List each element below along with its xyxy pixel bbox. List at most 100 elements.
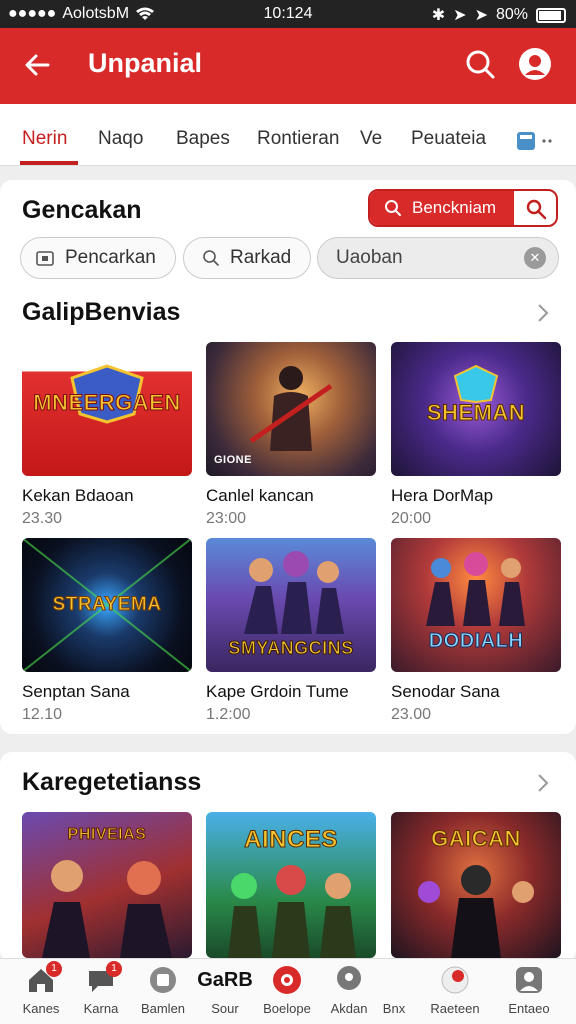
search-pill[interactable]: Benckniam (368, 189, 558, 227)
filter-chip-pencarkan[interactable]: Pencarkan (20, 237, 176, 279)
nav-item-sour[interactable]: GaRB Sour (192, 965, 258, 1016)
game-logo-text: DODIALH (428, 630, 524, 653)
tab-peuateia[interactable]: Peuateia (411, 128, 486, 150)
home-icon: 1 (26, 961, 62, 995)
nav-label: Karna (83, 1001, 119, 1016)
status-right: ✱ ➤ ➤ 80% (432, 5, 566, 25)
game-item[interactable]: PHIVEIAS (22, 812, 192, 958)
game-thumbnail: STRAYEMA (22, 538, 192, 672)
notification-badge: 1 (46, 961, 62, 977)
nav-item-bnx[interactable]: Bnx (372, 965, 416, 1016)
game-price: 23.30 (22, 510, 63, 527)
heroes-group-icon (426, 552, 525, 626)
game-name: Hera DorMap (391, 486, 494, 505)
game-logo-text: GIONE (214, 454, 252, 466)
game-item[interactable]: MNEERGAEN Kekan Bdaoan 23.30 (22, 342, 192, 528)
game-thumbnail: MNEERGAEN (22, 342, 192, 476)
game-logo-text: PHIVEIAS (67, 826, 147, 844)
back-arrow-icon[interactable] (22, 50, 52, 80)
search-field[interactable]: Uaoban ✕ (317, 237, 559, 279)
active-tab-indicator (20, 161, 78, 165)
blank-icon (379, 965, 409, 995)
chip-label: Pencarkan (65, 247, 156, 268)
nav-label: Bamlen (140, 1001, 186, 1016)
game-item[interactable]: SHEMAN Hera DorMap 20:00 (391, 342, 561, 528)
location-icon (334, 965, 364, 995)
nav-item-bamlen[interactable]: Bamlen (130, 965, 196, 1016)
profile-icon[interactable] (518, 47, 552, 81)
search-button[interactable]: Benckniam (370, 191, 514, 225)
game-item[interactable]: DODIALH Senodar Sana 23.00 (391, 538, 561, 724)
heroes-group-icon (418, 865, 534, 958)
game-name: Kekan Bdaoan (22, 486, 134, 505)
heroes-group-icon (244, 551, 344, 634)
chip-label: Rarkad (230, 247, 292, 268)
bluetooth-icon: ✱ (431, 7, 446, 24)
game-item[interactable]: AINCES (206, 812, 376, 958)
game-name: Senptan Sana (22, 682, 130, 701)
game-thumbnail: AINCES (206, 812, 376, 958)
text-logo-icon: GaRB (197, 969, 253, 991)
heroes-group-icon (42, 860, 172, 958)
battery-percent: 80% (495, 6, 528, 23)
category-section-card: Karegetetianss PHIVEIAS AINCES GAICAN (0, 752, 576, 962)
search-icon (385, 200, 401, 216)
section-title-karegetetianss: Karegetetianss (22, 768, 202, 796)
search-button-label: Benckniam (412, 198, 497, 217)
tab-rontieran[interactable]: Rontieran (257, 128, 339, 150)
game-logo-text: SHEMAN (426, 400, 526, 426)
game-price: 23.00 (391, 706, 432, 723)
status-bar: ●●●●● AolotsbM 10:124 ✱ ➤ ➤ 80% (0, 0, 576, 28)
game-price: 12.10 (22, 706, 63, 723)
search-field-value: Uaoban (336, 247, 403, 268)
category-tabs: Nerin Naqo Bapes Rontieran Ve Peuateia (0, 104, 576, 166)
nav-label: Sour (211, 1001, 239, 1016)
section-title-galipbenvias: GalipBenvias (22, 298, 181, 326)
notify-icon (440, 965, 470, 995)
tag-icon (36, 251, 54, 266)
bottom-navigation: 1 Kanes 1 Karna Bamlen GaRB Sour Boelope… (0, 958, 576, 1024)
game-price: 1.2:00 (206, 706, 251, 723)
nav-label: Kanes (22, 1001, 60, 1016)
profile-icon (514, 965, 544, 995)
game-item[interactable]: STRAYEMA Senptan Sana 12.10 (22, 538, 192, 724)
store-icon (148, 965, 178, 995)
nav-label: Entaeo (508, 1001, 550, 1016)
chat-icon: 1 (86, 961, 122, 995)
game-item[interactable]: SMYANGCINS Kape Grdoin Tume 1.2:00 (206, 538, 376, 724)
tab-bapes[interactable]: Bapes (176, 128, 230, 150)
status-time: 10:124 (263, 5, 313, 22)
nav-item-entaeo[interactable]: Entaeo (496, 965, 562, 1016)
tab-naqo[interactable]: Naqo (98, 128, 143, 150)
search-icon[interactable] (464, 48, 496, 80)
grid-menu-icon[interactable] (516, 130, 556, 154)
game-name: Canlel kancan (206, 486, 314, 505)
nav-label: Raeteen (430, 1001, 480, 1016)
tab-nerin[interactable]: Nerin (22, 128, 67, 150)
game-thumbnail: GIONE (206, 342, 376, 476)
filter-search-icon[interactable] (524, 197, 548, 221)
game-thumbnail: GAICAN (391, 812, 561, 958)
game-logo-text: AINCES (244, 826, 338, 854)
app-bar: Unpanial (0, 28, 576, 104)
page-title: Unpanial (88, 48, 203, 78)
chevron-right-icon[interactable] (536, 772, 550, 794)
game-name: Senodar Sana (391, 682, 500, 701)
game-icon (272, 965, 302, 995)
game-logo-text: SMYANGCINS (228, 638, 354, 659)
nav-item-raeteen[interactable]: Raeteen (422, 965, 488, 1016)
emblem-icon (453, 364, 499, 404)
chevron-right-icon[interactable] (536, 302, 550, 324)
game-name: Kape Grdoin Tume (206, 682, 349, 701)
nav-item-karna[interactable]: 1 Karna (68, 961, 134, 1016)
tab-ve[interactable]: Ve (360, 128, 382, 150)
game-item[interactable]: GAICAN (391, 812, 561, 958)
search-icon (203, 250, 219, 266)
game-item[interactable]: GIONE Canlel kancan 23:00 (206, 342, 376, 528)
filter-chip-rarkad[interactable]: Rarkad (183, 237, 311, 279)
nav-item-kanes[interactable]: 1 Kanes (8, 961, 74, 1016)
warrior-figure-icon (249, 366, 333, 451)
clear-icon[interactable]: ✕ (524, 247, 546, 269)
nav-item-boelope[interactable]: Boelope (254, 965, 320, 1016)
search-section-title: Gencakan (22, 196, 142, 224)
